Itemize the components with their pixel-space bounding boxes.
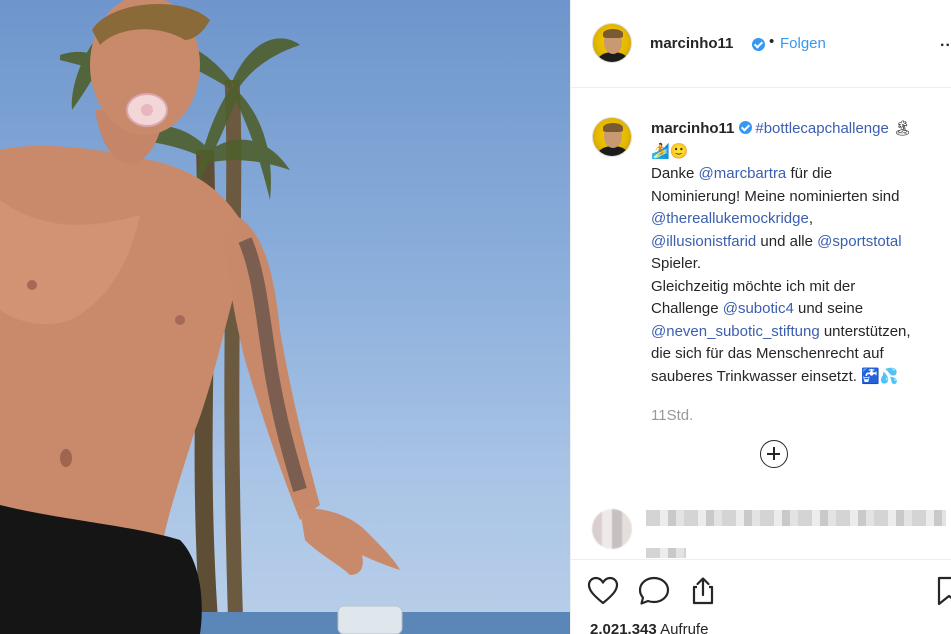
post-header: marcinho11 • Folgen ...	[571, 0, 951, 88]
caption-text: Spieler.	[651, 255, 702, 272]
caption-text: Challenge	[651, 300, 723, 317]
mention-sportstotal[interactable]: @sportstotal	[817, 233, 901, 250]
post-side-panel: marcinho11 • Folgen ... marcinho11 #bottl…	[570, 0, 951, 634]
view-count[interactable]: 2.021.343 Aufrufe	[590, 621, 708, 634]
author-username[interactable]: marcinho11	[650, 35, 733, 52]
comment-icon[interactable]	[638, 576, 670, 611]
caption-line-emojis: 🏄🙂	[651, 142, 689, 160]
mention-thereallukemockridge[interactable]: @thereallukemockridge	[651, 210, 809, 227]
post-photo[interactable]	[0, 0, 570, 634]
author-avatar[interactable]	[592, 23, 632, 63]
caption-text: die sich für das Menschenrecht auf	[651, 345, 884, 362]
separator-dot: •	[769, 33, 775, 50]
blurred-comment-meta	[646, 548, 686, 558]
photo-illustration	[0, 0, 570, 634]
bookmark-icon[interactable]	[937, 576, 951, 611]
follow-button[interactable]: Folgen	[780, 35, 826, 52]
mention-subotic4[interactable]: @subotic4	[723, 300, 794, 317]
caption-text: und alle	[756, 232, 818, 250]
post-caption: marcinho11 #bottlecapchallenge 🏝 🏄🙂 Danke…	[651, 118, 951, 388]
caption-username[interactable]: marcinho11	[651, 120, 734, 137]
caption-text: unterstützen,	[819, 322, 911, 340]
commenter-avatar[interactable]	[592, 509, 632, 549]
blurred-comment	[646, 510, 946, 526]
caption-text: und seine	[793, 300, 864, 317]
post-action-bar: 2.021.343 Aufrufe	[571, 559, 951, 634]
mention-illusionistfarid[interactable]: @illusionistfarid	[651, 233, 756, 250]
caption-author-avatar[interactable]	[592, 117, 632, 157]
heart-icon[interactable]	[587, 576, 619, 611]
verified-badge-icon	[752, 38, 765, 51]
mention-neven-subotic-stiftung[interactable]: @neven_subotic_stiftung	[651, 323, 820, 340]
caption-text: Nominierung! Meine nominierten sind	[651, 187, 900, 205]
hashtag-link[interactable]: #bottlecapchallenge	[755, 120, 888, 137]
caption-text: für die	[786, 165, 833, 182]
caption-text: Gleichzeitig möchte ich mit der	[651, 277, 856, 295]
caption-verified-badge-icon	[739, 121, 753, 134]
caption-text: Danke	[651, 165, 699, 182]
more-options-icon[interactable]: ...	[940, 33, 951, 51]
caption-text: sauberes Trinkwasser einsetzt. 🚰💦	[651, 367, 899, 385]
mention-marcbartra[interactable]: @marcbartra	[699, 165, 787, 182]
caption-text: ,	[808, 210, 813, 227]
share-icon[interactable]	[688, 576, 718, 611]
view-count-label: Aufrufe	[660, 621, 709, 634]
view-count-number: 2.021.343	[590, 621, 657, 634]
post-timestamp[interactable]: 11Std.	[651, 407, 693, 424]
plus-circle-icon[interactable]	[760, 440, 788, 468]
caption-emoji: 🏝	[893, 120, 913, 137]
